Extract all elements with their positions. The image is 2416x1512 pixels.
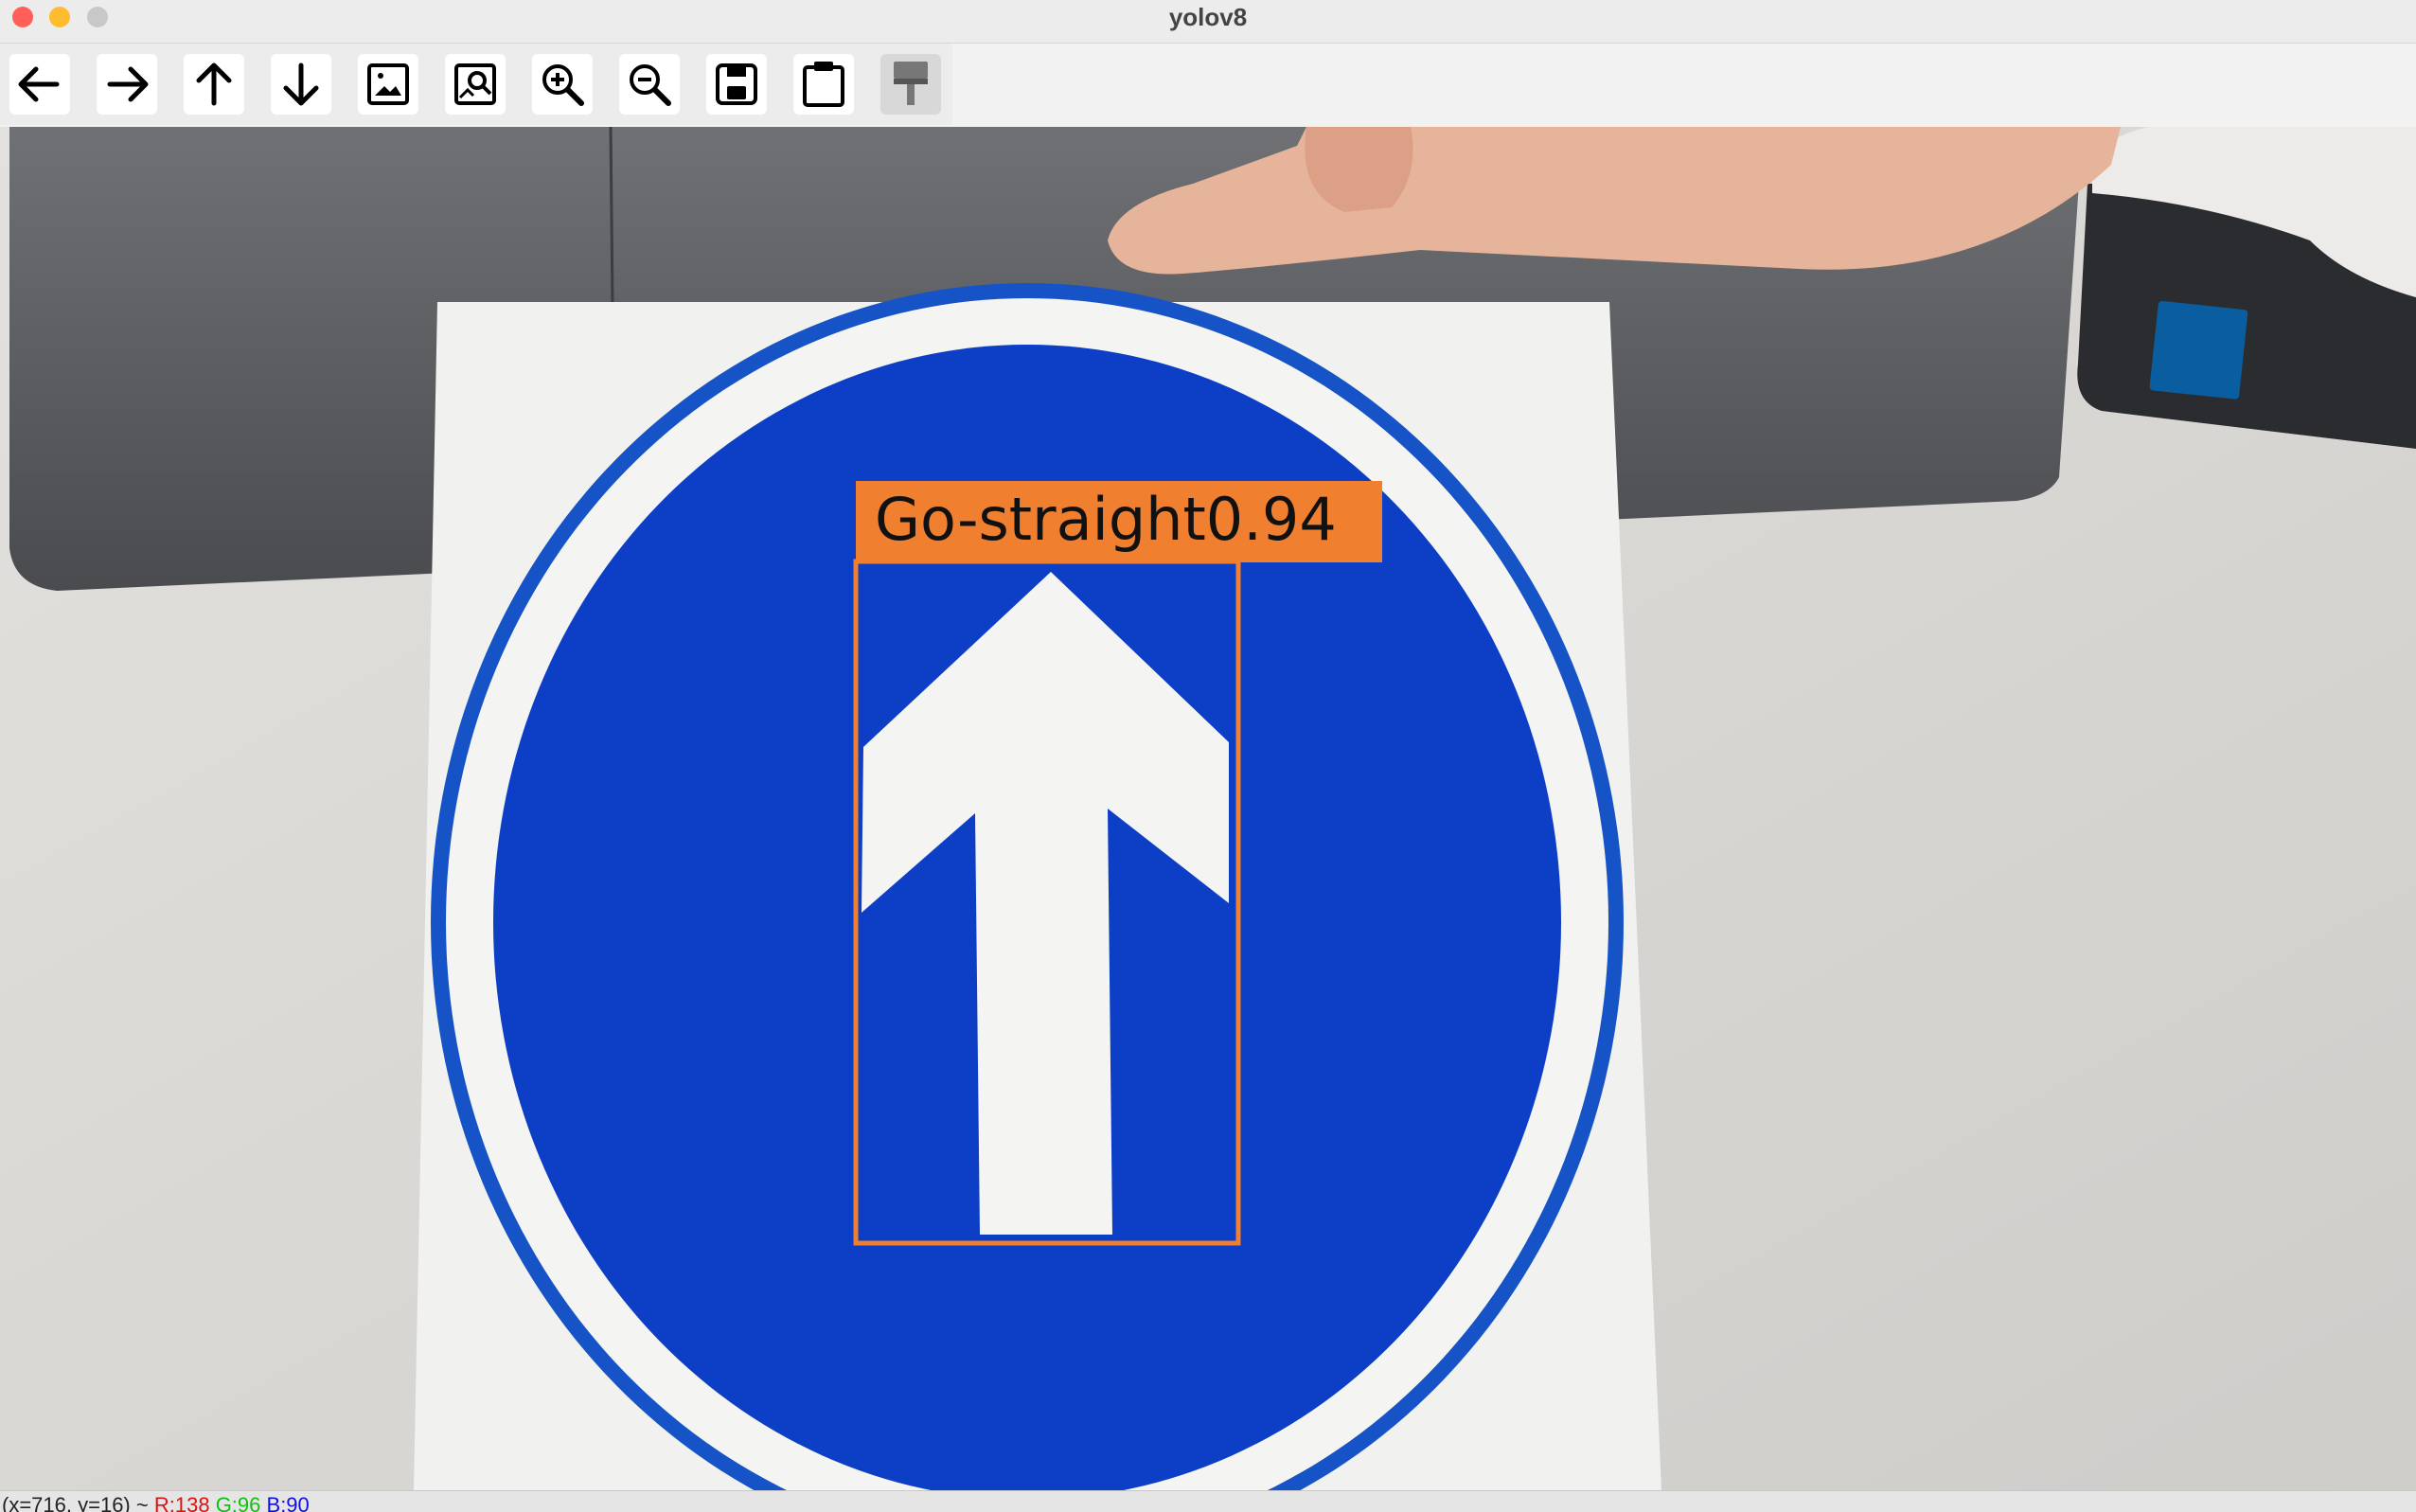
- properties-button[interactable]: [880, 54, 941, 115]
- window-title: yolov8: [1168, 3, 1248, 31]
- copy-to-clipboard-button[interactable]: [793, 54, 854, 115]
- image-viewer[interactable]: Go-straight0.94: [0, 127, 2416, 1490]
- paint-brush-icon: [894, 62, 928, 105]
- toolbar: [0, 44, 952, 125]
- cursor-coords: (x=716, y=16) ~: [2, 1493, 149, 1512]
- arrow-down-icon: [283, 62, 319, 106]
- green-value: G:96: [215, 1493, 261, 1512]
- image-zoom-icon: [454, 63, 496, 105]
- arrow-right-icon: [107, 66, 149, 102]
- zoom-in-button[interactable]: [532, 54, 593, 115]
- blue-value: B:90: [266, 1493, 310, 1512]
- intel-core-i7-sticker: [2149, 300, 2248, 400]
- zoom-out-button[interactable]: [619, 54, 680, 115]
- save-button[interactable]: [706, 54, 767, 115]
- title-bar: yolov8: [0, 0, 2416, 44]
- toolbar-spacer: [952, 44, 2416, 125]
- arrow-up-icon: [196, 62, 232, 106]
- image-icon: [367, 63, 409, 105]
- zoom-out-icon: [630, 64, 671, 106]
- clipboard-icon: [803, 62, 844, 107]
- pan-button[interactable]: [184, 54, 244, 115]
- status-bar: (x=716, y=16) ~ R:138 G:96 B:90: [0, 1490, 2416, 1512]
- save-icon: [716, 63, 757, 105]
- image-button[interactable]: [358, 54, 418, 115]
- red-value: R:138: [153, 1493, 210, 1512]
- arrow-left-icon: [18, 66, 60, 102]
- pan-down-button[interactable]: [271, 54, 331, 115]
- back-button[interactable]: [9, 54, 70, 115]
- forward-button[interactable]: [97, 54, 157, 115]
- zoom-in-icon: [542, 64, 584, 106]
- detection-label: Go-straight0.94: [875, 485, 1337, 554]
- image-canvas: Go-straight0.94: [0, 127, 2416, 1490]
- pixel-readout: (x=716, y=16) ~ R:138 G:96 B:90: [2, 1493, 310, 1512]
- zoom-to-image-button[interactable]: [445, 54, 506, 115]
